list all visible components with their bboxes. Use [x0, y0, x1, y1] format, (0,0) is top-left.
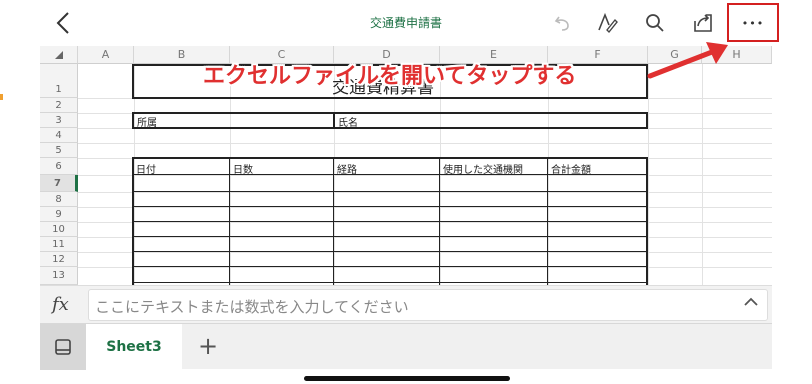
- more-options-button[interactable]: •••: [738, 8, 768, 38]
- border: [229, 157, 230, 285]
- add-sheet-button[interactable]: +: [190, 330, 226, 364]
- instruction-annotation: エクセルファイルを開いてタップする: [203, 64, 577, 89]
- row-header[interactable]: 4: [40, 128, 78, 143]
- border: [132, 127, 648, 129]
- draw-button[interactable]: [592, 8, 622, 38]
- border: [132, 251, 648, 252]
- gridline: [78, 192, 772, 193]
- border: [132, 266, 648, 267]
- sheet-tab-bar: Sheet3 +: [40, 323, 772, 370]
- border: [132, 191, 648, 192]
- border: [132, 236, 648, 237]
- table-header-transport: 使用した交通機関: [443, 165, 523, 176]
- row-header[interactable]: 10: [40, 222, 78, 237]
- row-header[interactable]: 5: [40, 143, 78, 158]
- border: [132, 157, 134, 285]
- row-header[interactable]: 6: [40, 158, 78, 175]
- row-header[interactable]: 2: [40, 98, 78, 113]
- tab-sheet3[interactable]: Sheet3: [86, 324, 182, 370]
- border: [132, 206, 648, 207]
- sheet-list-icon: [55, 339, 71, 355]
- undo-button[interactable]: [548, 8, 578, 38]
- border: [132, 112, 134, 129]
- row-header[interactable]: 3: [40, 113, 78, 128]
- chevron-up-icon: [744, 297, 758, 306]
- border: [333, 112, 335, 129]
- row-header[interactable]: 9: [40, 207, 78, 222]
- formula-bar: fx ここにテキストまたは数式を入力してください: [40, 285, 772, 323]
- table-header-days: 日数: [233, 165, 253, 176]
- table-header-route: 経路: [337, 165, 357, 176]
- border: [439, 157, 440, 285]
- function-icon[interactable]: fx: [52, 294, 69, 315]
- home-indicator[interactable]: [304, 376, 510, 381]
- gridline: [78, 143, 772, 144]
- table-header-total: 合計金額: [551, 165, 591, 176]
- select-all-corner[interactable]: [40, 46, 78, 64]
- search-icon: [646, 14, 664, 32]
- gridline: [78, 237, 772, 238]
- select-all-icon: [54, 51, 63, 59]
- border: [132, 282, 648, 283]
- expand-formula-button[interactable]: [744, 295, 758, 311]
- table-header-date: 日付: [136, 165, 156, 176]
- gridline: [78, 207, 772, 208]
- gridline: [78, 222, 772, 223]
- border: [333, 157, 334, 285]
- border: [132, 64, 134, 99]
- label-name: 氏名: [338, 118, 358, 129]
- gridline: [78, 267, 772, 268]
- search-button[interactable]: [640, 8, 670, 38]
- column-header[interactable]: A: [78, 46, 134, 64]
- excel-app: 交通費申請書 ••• A B C D E F G H 1 2 3 4 5 6 7…: [0, 0, 812, 384]
- annotation-arrow-icon: [647, 42, 728, 79]
- row-header[interactable]: 8: [40, 192, 78, 207]
- border: [646, 112, 648, 129]
- border: [132, 157, 648, 159]
- border: [132, 221, 648, 222]
- row-header[interactable]: 11: [40, 237, 78, 252]
- share-icon: [694, 14, 712, 32]
- border: [547, 157, 548, 285]
- formula-input[interactable]: ここにテキストまたは数式を入力してください: [88, 289, 768, 321]
- row-header[interactable]: 13: [40, 267, 78, 285]
- gridline: [78, 252, 772, 253]
- row-header[interactable]: 12: [40, 252, 78, 267]
- label-affiliation: 所属: [137, 118, 157, 129]
- undo-icon: [554, 16, 569, 31]
- row-header[interactable]: 1: [40, 64, 78, 98]
- pen-draw-icon: [598, 12, 618, 34]
- row-header-selected[interactable]: 7: [40, 175, 78, 192]
- border: [132, 112, 648, 114]
- gridline: [78, 175, 772, 176]
- edge-marker: [0, 94, 3, 100]
- share-button[interactable]: [688, 8, 718, 38]
- border: [646, 157, 648, 285]
- sheet-list-button[interactable]: [40, 324, 86, 370]
